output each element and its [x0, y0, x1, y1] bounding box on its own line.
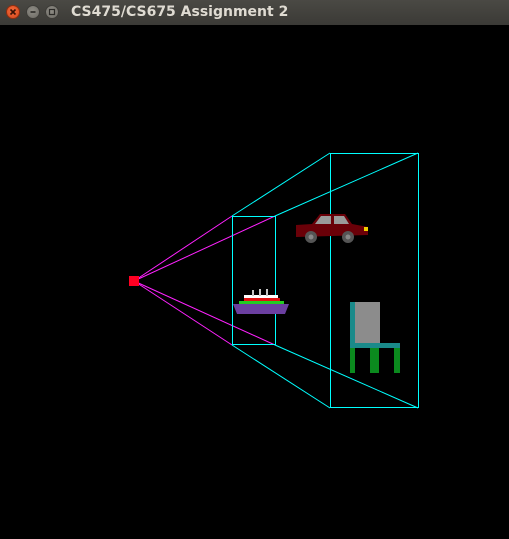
maximize-icon: [48, 8, 56, 16]
chair-model: [350, 302, 400, 373]
app-window: CS475/CS675 Assignment 2: [0, 0, 509, 535]
minimize-button[interactable]: [26, 5, 40, 19]
title-bar[interactable]: CS475/CS675 Assignment 2: [0, 0, 509, 26]
render-canvas[interactable]: [0, 25, 509, 535]
window-title: CS475/CS675 Assignment 2: [71, 4, 289, 20]
camera-marker: [129, 276, 139, 286]
car-model: [296, 214, 368, 243]
scene-svg: [129, 152, 419, 409]
ship-model: [233, 289, 289, 314]
minimize-icon: [30, 11, 36, 13]
maximize-button[interactable]: [45, 5, 59, 19]
view-frustum: [231, 152, 419, 409]
near-plane: [232, 216, 276, 345]
close-button[interactable]: [6, 5, 20, 19]
close-icon: [9, 8, 17, 16]
camera-rays: [133, 215, 276, 346]
